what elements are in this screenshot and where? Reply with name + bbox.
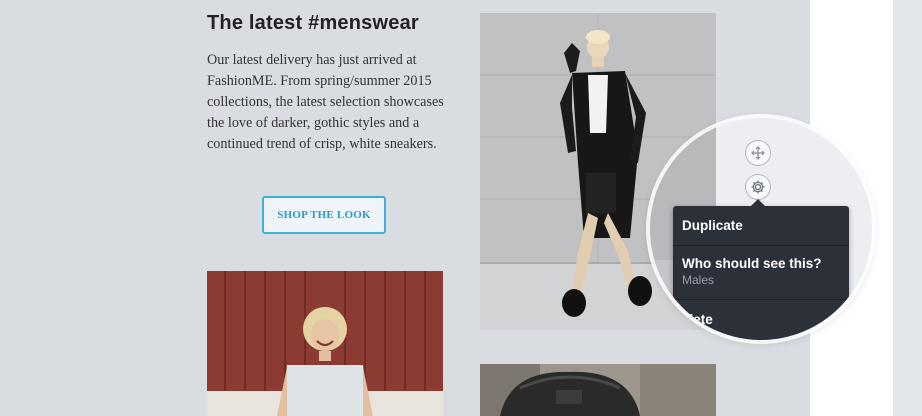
move-arrows-icon xyxy=(751,146,765,160)
gear-icon xyxy=(751,180,765,194)
zoom-magnifier: Duplicate Who should see this? Males ele… xyxy=(650,118,872,340)
menswear-photo-tee[interactable] xyxy=(207,271,443,416)
context-menu: Duplicate Who should see this? Males ele… xyxy=(673,199,849,340)
menu-item-duplicate[interactable]: Duplicate xyxy=(682,218,843,233)
menu-item-audience[interactable]: Who should see this? Males xyxy=(682,256,843,287)
side-strip xyxy=(893,0,922,416)
menswear-photo-bag[interactable] xyxy=(480,364,716,416)
shop-the-look-button[interactable]: SHOP THE LOOK xyxy=(262,196,386,234)
tee-model-image xyxy=(207,271,443,416)
settings-button[interactable] xyxy=(745,174,771,200)
move-button[interactable] xyxy=(745,140,771,166)
menu-item-label: Who should see this? xyxy=(682,256,822,271)
menu-item-label: elete xyxy=(682,312,713,327)
menu-divider xyxy=(673,299,849,300)
menu-item-sublabel: Males xyxy=(682,273,715,287)
bag-image xyxy=(480,364,716,416)
menu-item-label: Duplicate xyxy=(682,218,743,233)
menu-divider xyxy=(673,245,849,246)
menu-item-delete[interactable]: elete xyxy=(682,312,843,327)
article-body: Our latest delivery has just arrived at … xyxy=(207,52,444,152)
article-heading: The latest #menswear xyxy=(207,12,419,34)
